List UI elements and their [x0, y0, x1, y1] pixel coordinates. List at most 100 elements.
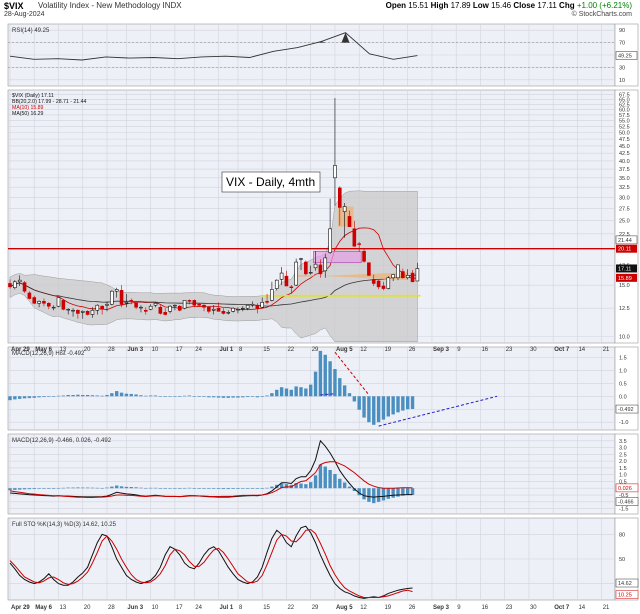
candle-body — [76, 309, 80, 314]
macd-panel-hist-bar — [250, 488, 255, 489]
macd-hist-y-tick: -1.0 — [619, 420, 628, 426]
macd-panel-hist-bar — [8, 488, 12, 491]
macd-y-tick: 1.5 — [619, 466, 627, 472]
x-tick-label: 26 — [409, 347, 416, 353]
macd-hist-bar — [352, 396, 357, 402]
macd-hist-bar — [13, 396, 17, 400]
macd-panel-hist-bar — [333, 474, 337, 489]
x-tick-label: 15 — [263, 347, 270, 353]
candle-body — [95, 304, 100, 311]
candle-body — [313, 263, 318, 269]
macd-hist-bar — [406, 396, 410, 410]
macd-panel-hist-bar — [309, 482, 313, 489]
macd-panel-hist-bar — [260, 488, 264, 489]
macd-hist-bar — [328, 361, 332, 397]
x-tick-label: 24 — [195, 605, 202, 611]
macd-panel-hist-bar — [168, 488, 172, 489]
close-tag-label: 17.11 — [618, 266, 631, 272]
candle-body — [410, 272, 415, 283]
macd-panel-hist-bar — [42, 488, 46, 489]
macd-panel-hist-bar — [27, 488, 32, 490]
x-tick-label: 21 — [603, 605, 610, 611]
x-tick-label: 28 — [108, 605, 115, 611]
candle-body — [279, 272, 284, 280]
macd-panel-hist-bar — [372, 488, 376, 504]
price-y-tick: 32.5 — [619, 185, 630, 191]
macd-hist-bar — [100, 395, 104, 397]
macd-panel-hist-bar — [231, 488, 235, 489]
price-y-tick: 67.5 — [619, 93, 630, 99]
macd-hist-bar — [134, 394, 138, 397]
macd-hist-legend: MACD(12,26,9) Hist -0.492 — [12, 351, 85, 357]
candle-body — [308, 272, 313, 274]
candle-body — [255, 304, 260, 309]
macd-hist-bar — [110, 393, 114, 397]
x-tick-label: 9 — [457, 605, 461, 611]
x-tick-label: 21 — [603, 347, 610, 353]
macd-panel-hist-bar — [347, 486, 352, 489]
candle-body — [207, 306, 211, 312]
price-y-tick: 50.0 — [619, 131, 630, 137]
candle-body — [386, 277, 391, 289]
macd-hist-bar — [381, 396, 386, 420]
candle-body — [32, 297, 37, 304]
macd-hist-bar — [18, 396, 22, 399]
macd-panel-hist-bar — [410, 488, 415, 495]
candle-body — [376, 280, 381, 288]
macd-hist-bar — [386, 396, 390, 417]
macd-panel-hist-bar — [119, 486, 124, 489]
macd-hist-bar — [231, 396, 235, 398]
macd-hist-bar — [410, 396, 415, 409]
macd-panel-hist-bar — [61, 487, 66, 489]
candle-body — [284, 275, 289, 287]
candle-body — [333, 165, 337, 179]
candle-body — [144, 309, 148, 312]
macd-panel-hist-bar — [245, 488, 250, 489]
macd-hist-bar — [47, 396, 51, 397]
x-tick-label: Oct 7 — [554, 605, 570, 611]
macd-panel-hist-bar — [255, 488, 260, 489]
macd-y-tick: 3.0 — [619, 446, 627, 452]
price-y-tick: 30.0 — [619, 195, 630, 201]
macd-panel-hist-bar — [129, 487, 133, 489]
x-tick-label: Oct 7 — [554, 347, 570, 353]
candle-body — [46, 302, 51, 307]
x-tick-label: 14 — [578, 605, 585, 611]
macd-hist-bar — [216, 396, 221, 398]
candle-body — [401, 271, 405, 279]
macd-hist-bar — [197, 396, 201, 397]
price-y-tick: 42.5 — [619, 151, 630, 157]
macd-hist-bar — [51, 396, 56, 397]
candle-body — [270, 289, 274, 301]
candle-body — [367, 262, 371, 276]
macd-panel-hist-bar — [342, 482, 347, 489]
candle-body — [274, 279, 279, 289]
candle-body — [85, 311, 90, 315]
chart-root: $VIX Volatility Index - New Methodology … — [0, 0, 640, 614]
macd-hist-bar — [61, 395, 66, 397]
macd-hist-bar — [260, 396, 264, 397]
macd-hist-bar — [76, 394, 80, 397]
x-tick-label: 23 — [506, 605, 513, 611]
macd-panel-hist-bar — [22, 488, 27, 490]
resistance-tag-label: 20.11 — [618, 247, 631, 253]
price-y-tick: 52.5 — [619, 124, 630, 130]
rsi-y-tick: 10 — [619, 78, 625, 84]
x-tick-label: Jul 1 — [220, 347, 234, 353]
macd-hist-bar — [192, 396, 196, 397]
macd-hist-bar — [139, 395, 143, 397]
x-tick-label: 17 — [176, 347, 183, 353]
macd-panel-hist-bar — [192, 488, 196, 489]
candle-body — [110, 290, 114, 305]
macd-hist-current-label: -0.492 — [618, 407, 634, 413]
macd-panel-hist-bar — [18, 488, 22, 490]
price-y-tick: 15.0 — [619, 283, 630, 289]
candle-body — [27, 292, 32, 299]
x-tick-label: 28 — [108, 347, 115, 353]
x-tick-label: 29 — [312, 347, 319, 353]
candle-body — [211, 308, 216, 311]
price-y-tick: 55.0 — [619, 119, 630, 125]
macd-panel-hist-bar — [376, 488, 381, 502]
macd-hist-bar — [212, 396, 216, 398]
macd-panel-hist-bar — [85, 487, 90, 489]
